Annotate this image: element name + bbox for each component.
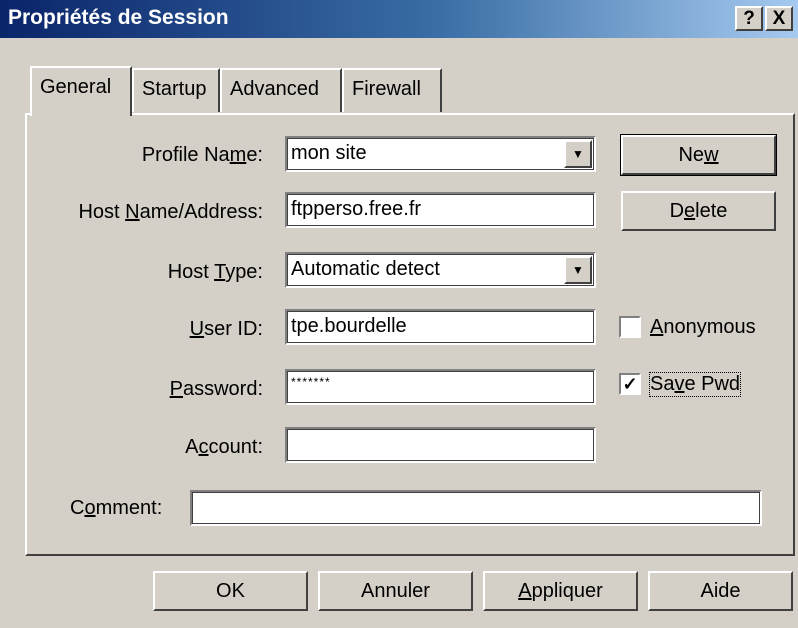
cancel-button[interactable]: Annuler xyxy=(318,571,473,611)
ok-button[interactable]: OK xyxy=(153,571,308,611)
save-pwd-label[interactable]: Save Pwd xyxy=(648,372,742,397)
password-input[interactable]: ******* xyxy=(285,369,596,405)
title-bar: Propriétés de Session ? X xyxy=(0,0,798,38)
delete-button[interactable]: Delete xyxy=(621,191,776,231)
account-input[interactable] xyxy=(285,427,596,463)
anonymous-label[interactable]: Anonymous xyxy=(650,316,756,339)
anonymous-checkbox[interactable] xyxy=(619,316,641,338)
profile-name-dropdown[interactable]: mon site ▼ xyxy=(285,136,596,172)
host-name-input[interactable]: ftpperso.free.fr xyxy=(285,192,596,228)
host-type-dropdown[interactable]: Automatic detect ▼ xyxy=(285,252,596,288)
tab-general[interactable]: General xyxy=(30,66,132,116)
apply-button[interactable]: Appliquer xyxy=(483,571,638,611)
help-button[interactable]: ? xyxy=(735,6,763,31)
save-pwd-checkbox[interactable]: ✓ xyxy=(619,373,641,395)
window-title: Propriétés de Session xyxy=(8,6,229,29)
new-button[interactable]: New xyxy=(620,134,777,176)
tab-advanced[interactable]: Advanced xyxy=(220,68,342,112)
user-id-input[interactable]: tpe.bourdelle xyxy=(285,309,596,345)
help-footer-button[interactable]: Aide xyxy=(648,571,793,611)
comment-input[interactable] xyxy=(190,490,762,526)
chevron-down-icon[interactable]: ▼ xyxy=(564,140,592,168)
close-button[interactable]: X xyxy=(765,6,793,31)
tab-startup[interactable]: Startup xyxy=(132,68,220,112)
tab-firewall[interactable]: Firewall xyxy=(342,68,442,112)
chevron-down-icon[interactable]: ▼ xyxy=(564,256,592,284)
